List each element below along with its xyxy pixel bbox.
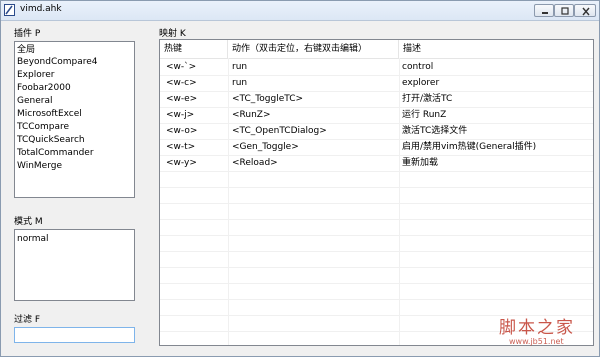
plugin-item[interactable]: TCQuickSearch — [17, 134, 85, 146]
description-cell: 运行 RunZ — [402, 110, 447, 120]
mapping-label: 映射 K — [159, 29, 186, 39]
description-cell: 打开/激活TC — [402, 94, 453, 104]
table-header: 热键 动作（双击定位，右键双击编辑） 描述 — [160, 40, 593, 59]
grid-line — [160, 187, 593, 188]
hotkey-cell: <w-j> — [166, 110, 195, 120]
action-cell: run — [232, 62, 248, 72]
plugin-item[interactable]: WinMerge — [17, 160, 62, 172]
action-cell: <RunZ> — [232, 110, 271, 120]
watermark-logo: 脚本之家 — [499, 318, 575, 338]
mode-label: 模式 M — [14, 217, 43, 227]
plugin-item[interactable]: TCCompare — [17, 121, 69, 133]
mode-item[interactable]: normal — [17, 233, 49, 245]
grid-line — [160, 219, 593, 220]
plugin-item[interactable]: MicrosoftExcel — [17, 108, 82, 120]
filter-input[interactable] — [14, 327, 135, 343]
action-cell: <Reload> — [232, 158, 278, 168]
mode-listbox[interactable]: normal — [14, 229, 135, 301]
table-row[interactable]: <w-y> <Reload> 重新加载 — [160, 155, 593, 172]
description-cell: 重新加载 — [402, 158, 439, 168]
column-header-description[interactable]: 描述 — [399, 40, 593, 58]
plugin-item[interactable]: 全局 — [17, 44, 35, 56]
close-button[interactable] — [574, 4, 596, 17]
grid-line — [160, 267, 593, 268]
watermark-url: www.jb51.net — [509, 337, 564, 346]
action-cell: run — [232, 78, 248, 88]
plugin-item[interactable]: General — [17, 95, 52, 107]
column-header-hotkey[interactable]: 热键 — [160, 40, 228, 58]
action-cell: <TC_OpenTCDialog> — [232, 126, 327, 136]
minimize-button[interactable] — [534, 4, 554, 17]
plugin-item[interactable]: BeyondCompare4 — [17, 56, 98, 68]
table-row[interactable]: <w-e> <TC_ToggleTC> 打开/激活TC — [160, 91, 593, 108]
plugin-item[interactable]: Explorer — [17, 69, 54, 81]
hotkey-cell: <w-y> — [166, 158, 197, 168]
title-bar[interactable]: vimd.ahk — [1, 1, 599, 21]
grid-line — [160, 283, 593, 284]
action-cell: <TC_ToggleTC> — [232, 94, 304, 104]
table-row[interactable]: <w-`> run control — [160, 59, 593, 76]
table-row[interactable]: <w-o> <TC_OpenTCDialog> 激活TC选择文件 — [160, 123, 593, 140]
table-row[interactable]: <w-c> run explorer — [160, 75, 593, 92]
description-cell: 启用/禁用vim热键(General插件) — [402, 142, 537, 152]
plugin-item[interactable]: Foobar2000 — [17, 82, 71, 94]
hotkey-cell: <w-e> — [166, 94, 198, 104]
table-row[interactable]: <w-j> <RunZ> 运行 RunZ — [160, 107, 593, 124]
hotkey-cell: <w-c> — [166, 78, 197, 88]
column-header-action[interactable]: 动作（双击定位，右键双击编辑） — [228, 40, 399, 58]
app-icon — [4, 4, 15, 16]
app-window: vimd.ahk 插件 P 全局 BeyondCompare4 Explorer… — [0, 0, 600, 357]
maximize-button[interactable] — [554, 4, 574, 17]
grid-line — [160, 235, 593, 236]
description-cell: 激活TC选择文件 — [402, 126, 468, 136]
description-cell: control — [402, 62, 434, 72]
hotkey-cell: <w-o> — [166, 126, 198, 136]
plugins-label: 插件 P — [14, 29, 41, 39]
grid-line — [160, 251, 593, 252]
grid-line — [160, 203, 593, 204]
plugins-listbox[interactable]: 全局 BeyondCompare4 Explorer Foobar2000 Ge… — [14, 41, 135, 198]
plugin-item[interactable]: TotalCommander — [17, 147, 94, 159]
table-row[interactable]: <w-t> <Gen_Toggle> 启用/禁用vim热键(General插件) — [160, 139, 593, 156]
mapping-table[interactable]: 热键 动作（双击定位，右键双击编辑） 描述 <w-`> run control … — [159, 39, 594, 346]
action-cell: <Gen_Toggle> — [232, 142, 299, 152]
hotkey-cell: <w-`> — [166, 62, 197, 72]
grid-line — [160, 299, 593, 300]
close-icon — [582, 7, 590, 16]
window-title: vimd.ahk — [20, 4, 62, 14]
description-cell: explorer — [402, 78, 440, 88]
filter-label: 过滤 F — [14, 315, 41, 325]
hotkey-cell: <w-t> — [166, 142, 196, 152]
